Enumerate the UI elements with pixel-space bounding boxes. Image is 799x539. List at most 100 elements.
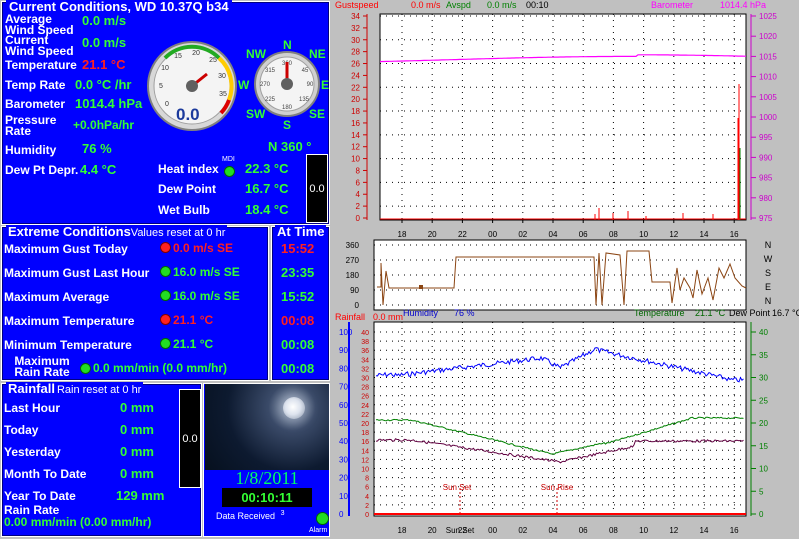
wind-barometer-graph: 3432302826242220181614121086420102510201…	[351, 12, 777, 239]
svg-text:0: 0	[165, 101, 169, 108]
label-rain-last-hour: Last Hour	[4, 401, 61, 415]
graph3-ytick-humidity: 80	[339, 364, 348, 373]
svg-text:315: 315	[265, 68, 276, 74]
value-dew-point: 16.7 °C	[245, 181, 289, 196]
svg-text:270: 270	[260, 82, 271, 88]
graph3-ytick-rain: 6	[365, 485, 369, 492]
label-temp-rate: Temp Rate	[5, 78, 66, 92]
value-temperature: 21.1 °C	[82, 57, 126, 72]
compass-label-s: S	[283, 118, 292, 132]
data-received-count: 3	[280, 510, 285, 517]
label-dew-pt-depr: Dew Pt Depr.	[5, 163, 79, 177]
moon-icon	[283, 397, 305, 419]
value-max-gust-last-hour: 16.0 m/s SE	[173, 265, 240, 279]
rainfall-title-text: Rainfall	[8, 381, 55, 396]
graph3-ytick-temp: 30	[759, 374, 768, 383]
svg-text:135: 135	[299, 97, 310, 103]
svg-text:225: 225	[265, 97, 276, 103]
sunrise-label: Sun Rise	[541, 483, 574, 492]
graph1-ytick-left: 24	[351, 71, 360, 80]
time-max-rain-rate: 00:08	[281, 361, 315, 376]
graph3-ytick-rain: 34	[361, 357, 369, 364]
graph3-ytick-temp: 0	[759, 510, 764, 519]
max-average-dot	[160, 290, 171, 301]
value-rain-month: 0 mm	[120, 466, 154, 481]
graph2-ytick: 360	[346, 241, 360, 250]
compass-label-n: N	[283, 38, 292, 52]
graph1-ytick-left: 4	[356, 190, 361, 199]
value-max-average: 16.0 m/s SE	[173, 289, 240, 303]
graph3-ytick-rain: 16	[361, 439, 369, 446]
graph1-ytick-right: 1025	[759, 12, 777, 21]
graph1-ytick-right: 995	[759, 133, 773, 142]
graph3-xtick: 02	[518, 526, 527, 535]
label-max-gust-last-hour: Maximum Gust Last Hour	[4, 266, 150, 280]
rainfall-mini-box: 0.0	[179, 389, 201, 488]
graph3-ytick-temp: 25	[759, 396, 768, 405]
graph3-ytick-rain: 36	[361, 348, 369, 355]
label-rain-yesterday: Yesterday	[4, 445, 61, 459]
graph1-ytick-right: 1020	[759, 32, 777, 41]
compass-label-se: SE	[309, 107, 326, 121]
legend-dewpoint-value: 16.7 °C	[772, 308, 799, 318]
graph3-xtick: 12	[669, 526, 678, 535]
label-max-temperature: Maximum Temperature	[4, 314, 135, 328]
graph3-ytick-temp: 10	[759, 465, 768, 474]
graph3-ytick-humidity: 40	[339, 437, 348, 446]
value-pressure-rate: +0.0hPa/hr	[73, 118, 135, 132]
value-rain-rate: 0.00 mm/min (0.00 mm/hr)	[4, 515, 152, 529]
sunset-label: Sun Set	[443, 483, 472, 492]
compass-label-nw: NW	[246, 47, 266, 61]
at-time-title: At Time	[275, 224, 327, 239]
graph2-ytick: 180	[346, 271, 360, 280]
graph3-ytick-temp: 40	[759, 328, 768, 337]
graph3-ytick-humidity: 20	[339, 474, 348, 483]
humidity-temperature-graph: 1009080706050403020100403836343230282624…	[339, 321, 768, 535]
graph2-compass-label: N	[765, 240, 772, 250]
graph3-ytick-rain: 30	[361, 376, 369, 383]
graph1-ytick-left: 16	[351, 119, 360, 128]
data-received-text: Data Received	[216, 511, 276, 521]
value-rain-today: 0 mm	[120, 422, 154, 437]
graph3-ytick-rain: 4	[365, 494, 369, 501]
graph3-ytick-rain: 18	[361, 430, 369, 437]
svg-text:5: 5	[159, 83, 163, 90]
value-barometer: 1014.4 hPa	[75, 96, 143, 111]
graph1-ytick-left: 20	[351, 95, 360, 104]
label-pressure-rate: Pressure Rate	[5, 113, 57, 138]
graph2-ytick: 90	[350, 286, 359, 295]
graph1-ytick-left: 34	[351, 12, 360, 21]
graph3-ytick-rain: 14	[361, 448, 369, 455]
label-barometer: Barometer	[5, 97, 66, 111]
graph1-plot-area	[379, 13, 747, 221]
extreme-conditions-title: Extreme ConditionsValues reset at 0 hr	[6, 225, 228, 240]
graph3-ytick-rain: 32	[361, 366, 369, 373]
svg-text:30: 30	[218, 73, 226, 80]
graph3-ytick-humidity: 60	[339, 401, 348, 410]
graph1-ytick-right: 975	[759, 214, 773, 223]
alarm-label: Alarm	[309, 527, 328, 534]
time-min-temperature: 00:08	[281, 337, 315, 352]
time-max-average: 15:52	[281, 289, 315, 304]
graph3-ytick-rain: 12	[361, 457, 369, 464]
alarm-status-dot	[316, 512, 329, 525]
graph3-xtick: 10	[639, 526, 648, 535]
graph3-sunset-axis-label: Sun Set	[446, 526, 475, 535]
graph1-ytick-left: 32	[351, 24, 360, 33]
wind-direction-value: N 360 °	[268, 139, 312, 154]
graph1-ytick-left: 2	[356, 202, 361, 211]
data-received-label: Data Received 3	[216, 510, 284, 521]
graph2-compass-label: S	[765, 268, 771, 278]
graph3-xtick: 20	[428, 526, 437, 535]
max-gust-today-dot	[160, 242, 171, 253]
graph2-compass-label: N	[765, 296, 772, 306]
graph3-ytick-humidity: 10	[339, 492, 348, 501]
label-rain-month: Month To Date	[4, 467, 87, 481]
graph1-ytick-right: 980	[759, 194, 773, 203]
graph1-ytick-left: 14	[351, 131, 360, 140]
compass-label-e: E	[321, 78, 330, 92]
legend-humidity-value: 76 %	[454, 308, 475, 318]
graph3-xtick: 08	[609, 526, 618, 535]
label-current-wind-speed: Current Wind Speed	[5, 33, 74, 58]
value-dew-pt-depr: 4.4 °C	[80, 162, 117, 177]
